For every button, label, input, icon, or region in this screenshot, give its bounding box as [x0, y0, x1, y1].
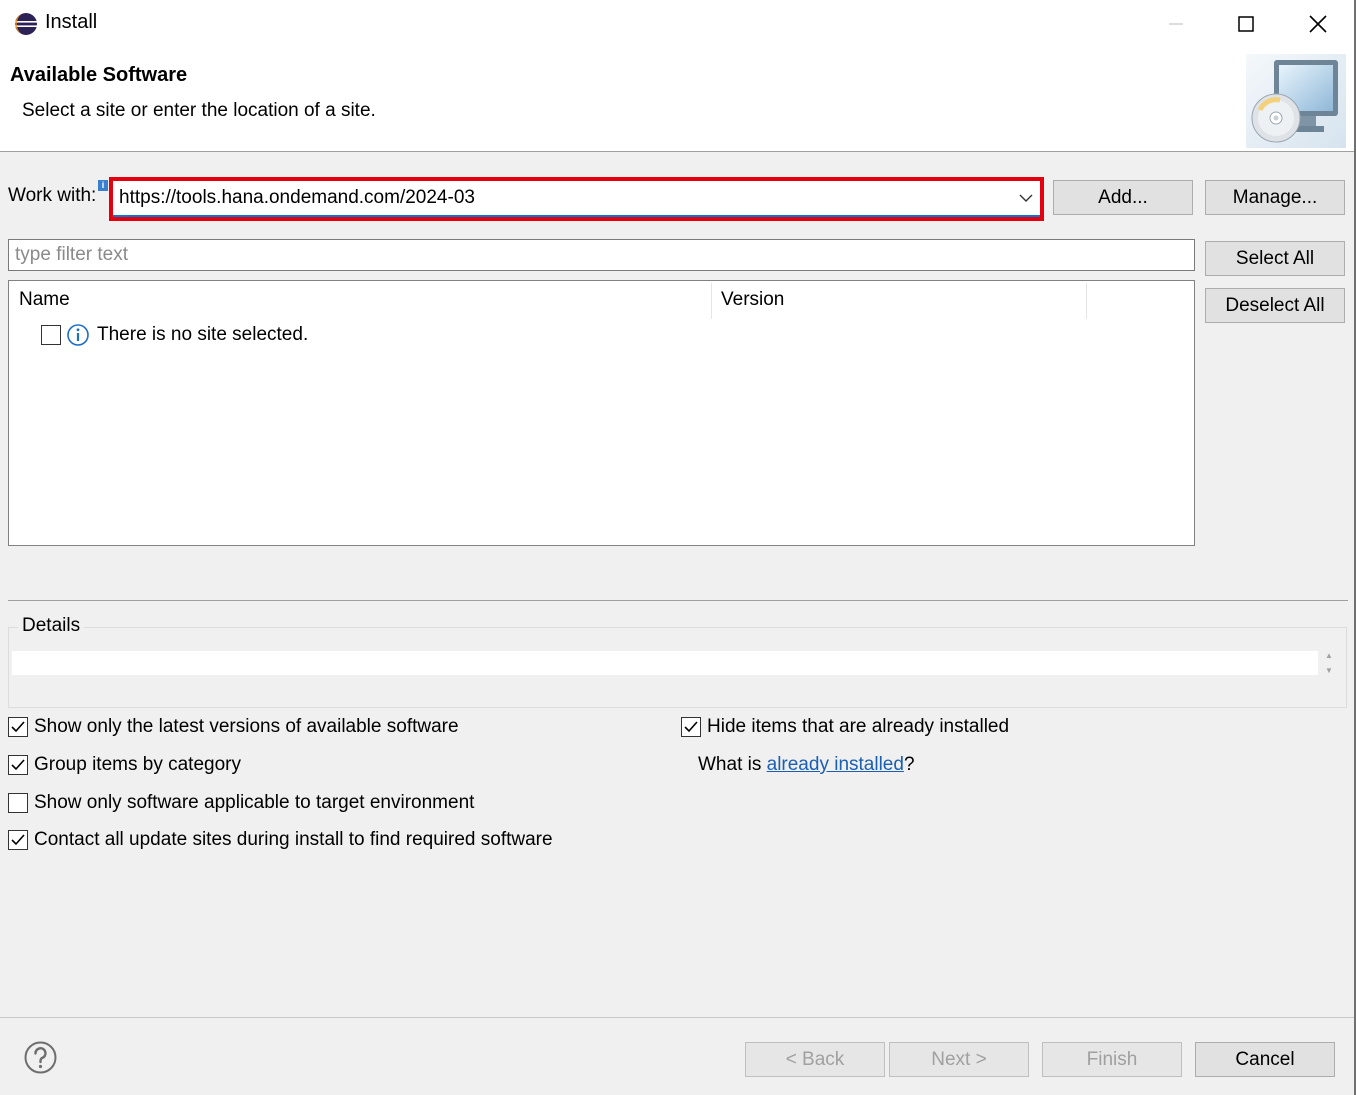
- page-title: Available Software: [10, 64, 188, 86]
- deselect-all-button[interactable]: Deselect All: [1205, 288, 1345, 323]
- checkmark-icon: [11, 759, 25, 771]
- what-is-installed-text: What is already installed ?: [698, 754, 915, 776]
- minimize-icon: [1169, 23, 1183, 25]
- minimize-button[interactable]: [1141, 0, 1211, 48]
- close-button[interactable]: [1283, 0, 1353, 48]
- already-installed-link[interactable]: already installed: [767, 754, 904, 776]
- contact-update-sites-checkbox[interactable]: [8, 830, 28, 850]
- latest-versions-checkbox[interactable]: [8, 717, 28, 737]
- scroll-up-icon[interactable]: ▲: [1325, 651, 1333, 660]
- group-by-category-checkbox[interactable]: [8, 755, 28, 775]
- option-contact-update-sites[interactable]: Contact all update sites during install …: [8, 829, 553, 851]
- column-header-version[interactable]: Version: [721, 281, 1081, 319]
- no-site-message: There is no site selected.: [97, 324, 309, 345]
- install-software-icon: [1246, 54, 1346, 148]
- work-with-label: Work with:: [8, 185, 97, 206]
- option-hide-installed[interactable]: Hide items that are already installed: [681, 716, 1009, 738]
- separator: [8, 600, 1348, 601]
- maximize-icon: [1238, 16, 1254, 32]
- cancel-button[interactable]: Cancel: [1195, 1042, 1335, 1077]
- row-checkbox[interactable]: [41, 325, 61, 345]
- target-environment-checkbox[interactable]: [8, 793, 28, 813]
- work-with-value[interactable]: https://tools.hana.ondemand.com/2024-03: [113, 187, 1012, 209]
- eclipse-icon: [15, 13, 37, 35]
- window-title: Install: [45, 11, 98, 33]
- maximize-button[interactable]: [1211, 0, 1281, 48]
- group-by-category-label[interactable]: Group items by category: [34, 754, 241, 776]
- what-is-suffix: ?: [903, 754, 915, 775]
- column-divider[interactable]: [711, 283, 712, 319]
- close-icon: [1309, 15, 1327, 33]
- hide-installed-label[interactable]: Hide items that are already installed: [707, 716, 1009, 738]
- back-button[interactable]: < Back: [745, 1042, 885, 1077]
- contact-update-sites-label[interactable]: Contact all update sites during install …: [34, 829, 553, 851]
- table-row[interactable]: There is no site selected.: [41, 321, 308, 349]
- target-environment-label[interactable]: Show only software applicable to target …: [34, 792, 474, 814]
- info-icon: [67, 324, 89, 346]
- help-icon[interactable]: [24, 1041, 57, 1074]
- filter-input[interactable]: [8, 239, 1195, 271]
- next-button[interactable]: Next >: [889, 1042, 1029, 1077]
- option-latest-versions[interactable]: Show only the latest versions of availab…: [8, 716, 459, 738]
- software-table[interactable]: Name Version There is no site selected.: [8, 280, 1195, 546]
- option-target-environment[interactable]: Show only software applicable to target …: [8, 792, 474, 814]
- scroll-down-icon[interactable]: ▼: [1325, 666, 1333, 675]
- add-site-button[interactable]: Add...: [1053, 180, 1193, 215]
- finish-button[interactable]: Finish: [1042, 1042, 1182, 1077]
- column-header-name[interactable]: Name: [19, 281, 709, 319]
- checkmark-icon: [684, 721, 698, 733]
- page-subtitle: Select a site or enter the location of a…: [22, 100, 376, 121]
- footer-separator: [0, 1017, 1356, 1018]
- info-decoration-icon: i: [98, 180, 108, 191]
- select-all-button[interactable]: Select All: [1205, 241, 1345, 276]
- column-divider[interactable]: [1086, 283, 1087, 319]
- checkmark-icon: [11, 834, 25, 846]
- details-text-area[interactable]: [12, 651, 1318, 675]
- work-with-combo[interactable]: https://tools.hana.ondemand.com/2024-03: [113, 181, 1040, 217]
- latest-versions-label[interactable]: Show only the latest versions of availab…: [34, 716, 459, 738]
- chevron-down-icon[interactable]: [1012, 181, 1040, 215]
- hide-installed-checkbox[interactable]: [681, 717, 701, 737]
- details-label: Details: [18, 615, 85, 637]
- checkmark-icon: [11, 721, 25, 733]
- wizard-header: Available Software Select a site or ente…: [0, 48, 1356, 152]
- manage-sites-button[interactable]: Manage...: [1205, 180, 1345, 215]
- option-group-by-category[interactable]: Group items by category: [8, 754, 241, 776]
- details-scrollbar[interactable]: ▲ ▼: [1320, 651, 1338, 675]
- what-is-prefix: What is: [698, 754, 767, 775]
